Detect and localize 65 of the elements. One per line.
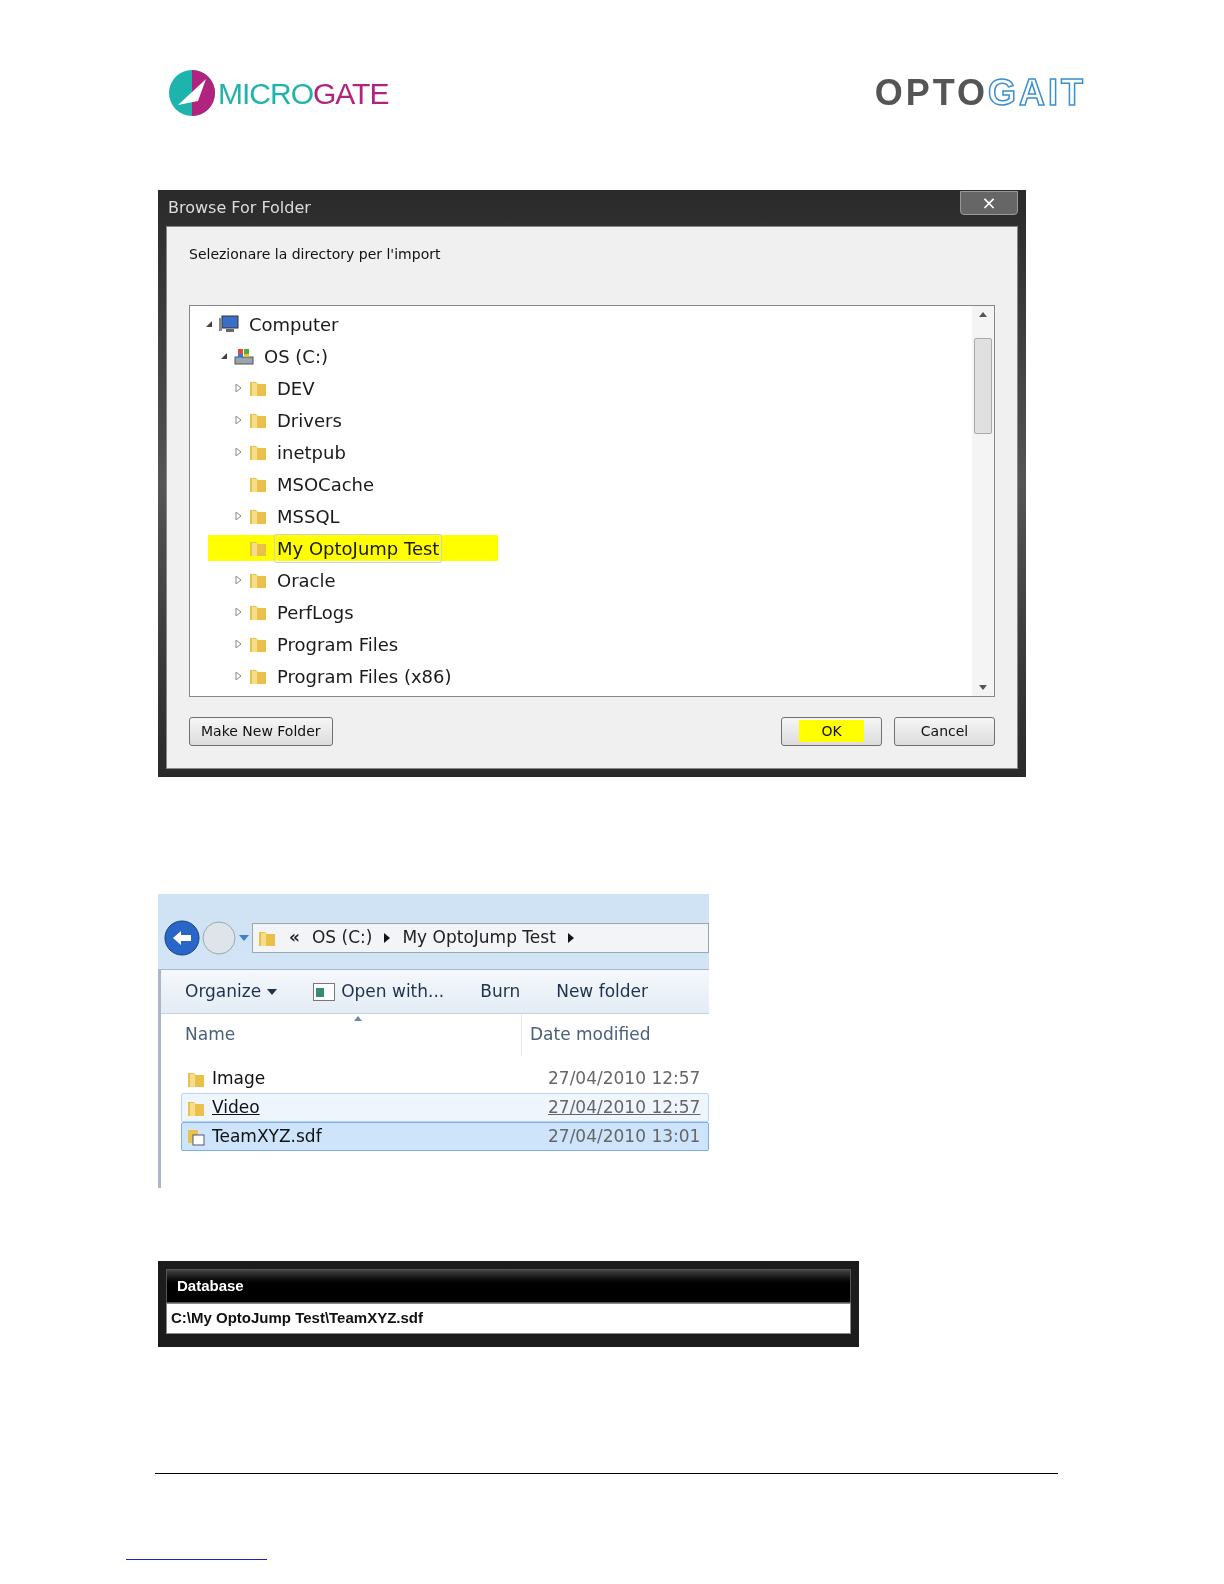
window-title: Browse For Folder xyxy=(167,197,311,219)
collapsed-arrow-icon[interactable] xyxy=(235,415,243,425)
breadcrumb-item[interactable]: OS (C:) xyxy=(312,924,373,951)
scroll-down-icon[interactable] xyxy=(979,685,987,690)
tree-item[interactable]: Computer xyxy=(246,309,342,339)
collapsed-arrow-icon[interactable] xyxy=(235,511,243,521)
column-header[interactable]: Name xyxy=(161,1022,521,1048)
tree-item[interactable]: MSSQL xyxy=(274,501,343,531)
scroll-thumb[interactable] xyxy=(974,338,992,434)
collapsed-arrow-icon[interactable] xyxy=(235,383,243,393)
database-field[interactable]: C:\My OptoJump Test\TeamXYZ.sdf xyxy=(166,1303,851,1334)
file-row[interactable]: Image 27/04/2010 12:57 xyxy=(181,1064,709,1093)
tree-item[interactable]: MSOCache xyxy=(274,469,378,499)
dialog-button[interactable]: Make New Folder xyxy=(189,717,333,746)
caret-icon[interactable] xyxy=(238,933,250,942)
scroll-up-icon[interactable] xyxy=(979,312,987,317)
caret-icon xyxy=(267,988,278,995)
tree-item[interactable]: Drivers xyxy=(274,405,345,435)
sort-arrow-icon xyxy=(354,1016,362,1021)
prompt-text: Selezionare la directory per l'import xyxy=(189,245,442,264)
back-icon[interactable] xyxy=(164,919,200,956)
toolbar-button[interactable]: Open with... xyxy=(313,978,445,1005)
file-row[interactable]: TeamXYZ.sdf 27/04/2010 13:01 xyxy=(181,1122,709,1151)
toolbar-button[interactable]: New folder xyxy=(556,978,648,1005)
toolbar-button[interactable]: Burn xyxy=(480,978,521,1005)
dialog-button[interactable]: Cancel xyxy=(894,717,995,746)
dialog-button[interactable]: OK xyxy=(781,717,882,746)
file-name: TeamXYZ.sdf xyxy=(212,1124,322,1148)
file-date: 27/04/2010 12:57 xyxy=(548,1095,701,1119)
expanded-arrow-icon[interactable] xyxy=(220,352,228,360)
window-icon xyxy=(313,982,336,1001)
tree-item[interactable]: Program Files xyxy=(274,629,402,659)
overflow-chevron[interactable]: « xyxy=(289,924,300,951)
logo-icon xyxy=(168,69,216,117)
expanded-arrow-icon[interactable] xyxy=(205,320,213,328)
toolbar-button[interactable]: Organize xyxy=(185,978,278,1005)
computer-icon xyxy=(218,314,240,334)
file-date: 27/04/2010 12:57 xyxy=(548,1066,701,1090)
file-name: Image xyxy=(212,1066,266,1090)
tree-item[interactable]: Oracle xyxy=(274,565,339,595)
file-date: 27/04/2010 13:01 xyxy=(548,1124,701,1148)
drive-icon xyxy=(233,346,255,366)
tree-item[interactable]: DEV xyxy=(274,373,318,403)
collapsed-arrow-icon[interactable] xyxy=(235,447,243,457)
logo-text: MICROGATE xyxy=(218,75,389,112)
address-bar[interactable]: « OS (C:) My OptoJump Test xyxy=(252,922,709,953)
collapsed-arrow-icon[interactable] xyxy=(235,671,243,681)
chevron-icon[interactable] xyxy=(384,932,391,943)
chevron-icon[interactable] xyxy=(567,932,574,943)
field-label: Database xyxy=(177,1275,244,1296)
tree-item[interactable]: My OptoJump Test xyxy=(274,533,443,563)
close-button[interactable]: × xyxy=(960,191,1018,215)
collapsed-arrow-icon[interactable] xyxy=(235,575,243,585)
file-name: Video xyxy=(212,1095,260,1119)
column-header[interactable]: Date modified xyxy=(521,1014,651,1056)
collapsed-arrow-icon[interactable] xyxy=(235,639,243,649)
tree-item[interactable]: OS (C:) xyxy=(261,341,331,371)
file-row[interactable]: Video 27/04/2010 12:57 xyxy=(181,1093,709,1122)
collapsed-arrow-icon[interactable] xyxy=(235,607,243,617)
tree-item[interactable]: Program Files (x86) xyxy=(274,661,455,691)
tree-item[interactable]: PerfLogs xyxy=(274,597,357,627)
logo-text: OPTOGAIT xyxy=(874,71,1086,115)
tree-item[interactable]: inetpub xyxy=(274,437,349,467)
breadcrumb-item[interactable]: My OptoJump Test xyxy=(402,924,556,951)
scrollbar[interactable] xyxy=(972,306,994,696)
